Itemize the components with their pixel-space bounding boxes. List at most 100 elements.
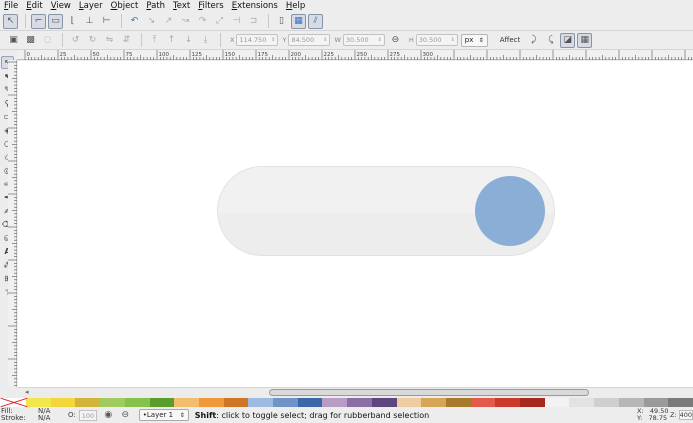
tool-controls-bar: ▣ ▩ ◌ ↺ ↻ ⇋ ⇵ ⤒ ↑ ↓ ⤓ X 114.750 ⇕ Y 84.50…	[0, 31, 693, 50]
menu-extensions[interactable]: Extensions	[232, 0, 278, 12]
layer-lock-icon[interactable]: ⊖	[118, 408, 133, 423]
opacity-input[interactable]: 100	[78, 409, 97, 421]
palette-swatch[interactable]	[100, 398, 125, 407]
snap-rotation-center-icon[interactable]: ⊐	[246, 14, 261, 29]
snap-bbox-midpoint-icon[interactable]: ⊥	[82, 14, 97, 29]
snap-bbox-edge-icon[interactable]: ▭	[48, 13, 63, 29]
palette-swatch[interactable]	[322, 398, 348, 407]
palette-swatch[interactable]	[248, 398, 274, 407]
flip-vertical-icon[interactable]: ⇵	[119, 33, 134, 48]
palette-swatch[interactable]	[445, 398, 471, 407]
palette-swatch[interactable]	[149, 398, 175, 407]
snap-toggle-icon[interactable]: ↖	[3, 13, 18, 29]
palette-swatch[interactable]	[223, 398, 249, 407]
w-spinbox[interactable]: 30.500 ⇕	[342, 34, 385, 46]
snap-cusp-nodes-icon[interactable]: ↝	[178, 14, 193, 29]
status-message-text: : click to toggle select; drag for rubbe…	[216, 410, 430, 420]
snap-intersections-icon[interactable]: ↗	[161, 14, 176, 29]
flip-horizontal-icon[interactable]: ⇋	[102, 33, 117, 48]
snap-nodes-icon[interactable]: ↶	[127, 14, 142, 29]
palette-swatch[interactable]	[174, 398, 199, 407]
scroll-left-icon[interactable]: ◂	[25, 388, 29, 396]
raise-icon[interactable]: ↑	[164, 33, 179, 48]
spin-arrows-icon[interactable]: ⇕	[271, 37, 275, 43]
status-bar: Fill: Stroke: N/A N/A O: 100 ◉ ⊖ •Layer …	[0, 407, 693, 423]
x-spinbox[interactable]: 114.750 ⇕	[236, 34, 279, 46]
spin-arrows-icon[interactable]: ⇕	[378, 37, 382, 43]
palette-swatch[interactable]	[273, 398, 298, 407]
menu-path[interactable]: Path	[146, 0, 165, 12]
raise-to-top-icon[interactable]: ⤒	[147, 33, 162, 48]
palette-swatch[interactable]	[50, 398, 76, 407]
palette-swatch[interactable]	[396, 398, 422, 407]
snap-bbox-icon[interactable]: ⌐	[31, 13, 46, 29]
snap-line-midpoints-icon[interactable]: ⤢	[212, 14, 227, 29]
palette-swatch[interactable]	[297, 398, 323, 407]
eye-visibility-icon[interactable]: ◉	[101, 408, 116, 423]
snap-grid-icon[interactable]: ▦	[291, 13, 306, 29]
scale-corners-icon[interactable]: ⤹	[543, 33, 558, 48]
toolbar-separator	[25, 14, 26, 28]
toolbar-separator	[121, 14, 122, 28]
menu-view[interactable]: View	[51, 0, 71, 12]
menu-help[interactable]: Help	[286, 0, 305, 12]
vertical-ruler-ticks	[8, 61, 17, 390]
snap-bbox-center-icon[interactable]: ⊢	[99, 14, 114, 29]
drawing-canvas[interactable]	[18, 61, 693, 387]
menu-layer[interactable]: Layer	[79, 0, 103, 12]
lower-icon[interactable]: ↓	[181, 33, 196, 48]
menu-filters[interactable]: Filters	[198, 0, 224, 12]
palette-swatch[interactable]	[618, 398, 644, 407]
snap-centers-icon[interactable]: ⊣	[229, 14, 244, 29]
rotate-cw-icon[interactable]: ↻	[85, 33, 100, 48]
snap-page-border-icon[interactable]: ▯	[274, 14, 289, 29]
palette-swatch[interactable]	[544, 398, 570, 407]
toggle-switch-knob[interactable]	[475, 176, 545, 246]
palette-swatch[interactable]	[371, 398, 397, 407]
spin-arrows-icon[interactable]: ⇕	[451, 37, 455, 43]
horizontal-scrollbar[interactable]: ◂	[18, 387, 693, 397]
deselect-icon[interactable]: ◌	[40, 33, 55, 48]
zoom-input[interactable]: 400	[678, 410, 693, 420]
opacity-label: O:	[68, 411, 76, 419]
palette-swatch[interactable]	[421, 398, 446, 407]
palette-swatch[interactable]	[520, 398, 545, 407]
spin-arrows-icon[interactable]: ⇕	[323, 37, 327, 43]
menu-edit[interactable]: Edit	[26, 0, 42, 12]
palette-swatch[interactable]	[594, 398, 619, 407]
no-paint-swatch[interactable]	[0, 398, 26, 407]
rotate-ccw-icon[interactable]: ↺	[68, 33, 83, 48]
layer-select[interactable]: •Layer 1 ⇕	[138, 409, 189, 421]
menu-object[interactable]: Object	[111, 0, 139, 12]
palette-swatch[interactable]	[75, 398, 101, 407]
palette-swatch[interactable]	[495, 398, 521, 407]
palette-swatch[interactable]	[26, 398, 51, 407]
snap-paths-icon[interactable]: ↘	[144, 14, 159, 29]
menu-text[interactable]: Text	[173, 0, 190, 12]
unit-select[interactable]: px ⇕	[460, 33, 488, 47]
palette-swatch[interactable]	[124, 398, 150, 407]
y-spinbox[interactable]: 84.500 ⇕	[288, 34, 331, 46]
palette-swatch[interactable]	[198, 398, 224, 407]
move-patterns-icon[interactable]: ▦	[577, 32, 593, 48]
scrollbar-thumb[interactable]	[269, 389, 589, 396]
palette-swatch[interactable]	[347, 398, 372, 407]
opacity-control: O: 100	[68, 409, 97, 421]
select-all-layers-icon[interactable]: ▩	[23, 33, 38, 48]
snap-guide-icon[interactable]: ⫽	[308, 13, 323, 29]
snap-bbox-corner-icon[interactable]: ⌊	[65, 14, 80, 29]
select-all-icon[interactable]: ▣	[6, 33, 21, 48]
fill-stroke-values[interactable]: N/A N/A	[38, 408, 64, 422]
palette-swatch[interactable]	[668, 398, 693, 407]
snap-smooth-nodes-icon[interactable]: ↷	[195, 14, 210, 29]
unit-value: px	[464, 36, 474, 44]
menu-file[interactable]: File	[4, 0, 18, 12]
scale-stroke-icon[interactable]: ⤸	[526, 33, 541, 48]
lower-to-bottom-icon[interactable]: ⤓	[198, 33, 213, 48]
move-gradients-icon[interactable]: ◪	[560, 32, 576, 48]
palette-swatch[interactable]	[470, 398, 496, 407]
h-spinbox[interactable]: 30.500 ⇕	[415, 34, 458, 46]
lock-ratio-icon[interactable]: ⊖	[388, 33, 403, 48]
palette-swatch[interactable]	[643, 398, 669, 407]
palette-swatch[interactable]	[569, 398, 595, 407]
